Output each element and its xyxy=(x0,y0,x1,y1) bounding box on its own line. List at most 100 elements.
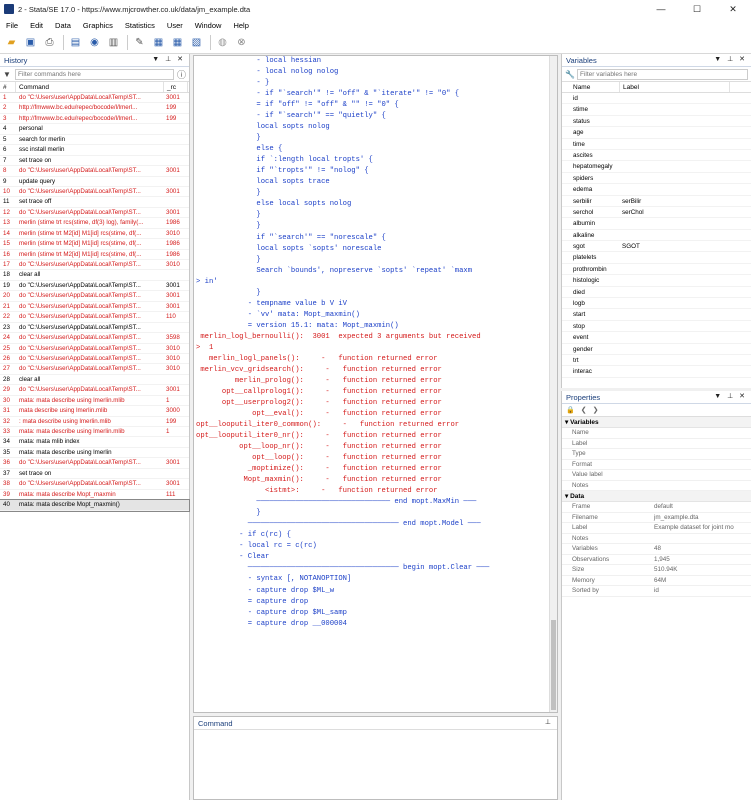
properties-pin-icon[interactable]: ▼ ⊥ ✕ xyxy=(714,392,747,400)
variable-row[interactable]: age xyxy=(562,127,751,139)
property-row[interactable]: Size 510.94K xyxy=(562,565,751,576)
property-row[interactable]: Notes xyxy=(562,534,751,544)
variables-manager-icon[interactable]: ▧ xyxy=(188,34,205,51)
save-icon[interactable]: ▣ xyxy=(22,34,39,51)
variable-row[interactable]: hepatomegaly xyxy=(562,161,751,173)
variable-row[interactable]: ascites xyxy=(562,150,751,162)
results-scrollbar[interactable] xyxy=(549,56,557,712)
variable-row[interactable]: edema xyxy=(562,184,751,196)
panel-pin-icon[interactable]: ▼ ⊥ ✕ xyxy=(152,55,185,63)
history-row[interactable]: 38 do "C:\Users\user\AppData\Local\Temp\S… xyxy=(0,479,189,490)
history-row[interactable]: 40 mata: mata describe Mopt_maxmin() xyxy=(0,499,190,512)
do-file-editor-icon[interactable]: ✎ xyxy=(131,34,148,51)
info-icon[interactable]: ⓘ xyxy=(177,68,186,81)
menu-graphics[interactable]: Graphics xyxy=(77,21,119,30)
history-row[interactable]: 27 do "C:\Users\user\AppData\Local\Temp\S… xyxy=(0,364,189,375)
graph-icon[interactable]: ▥ xyxy=(105,34,122,51)
history-row[interactable]: 36 do "C:\Users\user\AppData\Local\Temp\S… xyxy=(0,458,189,469)
variable-row[interactable]: histologic xyxy=(562,275,751,287)
variable-row[interactable]: start xyxy=(562,309,751,321)
variable-row[interactable]: id xyxy=(562,93,751,105)
history-row[interactable]: 12 do "C:\Users\user\AppData\Local\Temp\S… xyxy=(0,208,189,219)
viewer-icon[interactable]: ◉ xyxy=(86,34,103,51)
property-row[interactable]: Format xyxy=(562,460,751,470)
history-row[interactable]: 26 do "C:\Users\user\AppData\Local\Temp\S… xyxy=(0,354,189,365)
property-row[interactable]: Notes xyxy=(562,481,751,491)
history-row[interactable]: 10 do "C:\Users\user\AppData\Local\Temp\S… xyxy=(0,187,189,198)
history-row[interactable]: 9 update query xyxy=(0,177,189,187)
property-row[interactable]: Name xyxy=(562,428,751,439)
properties-section-header[interactable]: ▾ Variables xyxy=(562,417,751,428)
break-icon[interactable]: ⊗ xyxy=(233,34,250,51)
history-col-command[interactable]: Command xyxy=(16,82,164,92)
history-row[interactable]: 16 merlin (stime trt M2[id] M1[id] rcs(st… xyxy=(0,250,189,260)
history-row[interactable]: 3 http://fmwww.bc.edu/repec/bocode/l/lmer… xyxy=(0,114,189,125)
variable-row[interactable]: albumin xyxy=(562,218,751,230)
variable-row[interactable]: trt xyxy=(562,355,751,367)
results-scroll-thumb[interactable] xyxy=(551,620,556,710)
history-row[interactable]: 32: mata describe using lmerlin.mlib 199 xyxy=(0,417,189,427)
history-row[interactable]: 25 do "C:\Users\user\AppData\Local\Temp\S… xyxy=(0,344,189,354)
variable-row[interactable]: died xyxy=(562,287,751,299)
history-row[interactable]: 31 mata describe using lmerlin.mlib 3000 xyxy=(0,406,189,417)
command-pin-icon[interactable]: ⊥ xyxy=(545,718,553,726)
property-row[interactable]: Label xyxy=(562,439,751,449)
history-row[interactable]: 7 set trace on xyxy=(0,156,189,167)
minimize-button[interactable]: — xyxy=(643,0,679,18)
history-row[interactable]: 14 merlin (stime trt M2[id] M1[id] rcs(st… xyxy=(0,229,189,240)
history-row[interactable]: 11 set trace off xyxy=(0,197,189,208)
forward-icon[interactable]: ❯ xyxy=(593,406,599,414)
variable-row[interactable]: serbilir serBilir xyxy=(562,196,751,207)
log-icon[interactable]: ▤ xyxy=(67,34,84,51)
property-row[interactable]: Sorted by id xyxy=(562,586,751,597)
variable-row[interactable]: event xyxy=(562,332,751,344)
variable-row[interactable]: status xyxy=(562,116,751,128)
history-row[interactable]: 8 do "C:\Users\user\AppData\Local\Temp\ST… xyxy=(0,166,189,177)
variable-row[interactable]: interac xyxy=(562,366,751,378)
menu-help[interactable]: Help xyxy=(227,21,254,30)
variables-filter-input[interactable] xyxy=(577,68,748,80)
history-row[interactable]: 28 clear all xyxy=(0,375,189,386)
maximize-button[interactable]: ☐ xyxy=(679,0,715,18)
variable-row[interactable]: time xyxy=(562,139,751,150)
more-icon[interactable]: ◍ xyxy=(214,34,231,51)
property-row[interactable]: Variables 48 xyxy=(562,544,751,555)
history-row[interactable]: 34 mata: mata mlib index xyxy=(0,437,189,448)
variables-col-name[interactable]: Name xyxy=(562,82,620,92)
history-row[interactable]: 20 do "C:\Users\user\AppData\Local\Temp\S… xyxy=(0,291,189,302)
lock-icon[interactable]: 🔒 xyxy=(566,406,575,414)
history-row[interactable]: 21 do "C:\Users\user\AppData\Local\Temp\S… xyxy=(0,302,189,313)
property-row[interactable]: Filename jm_example.dta xyxy=(562,513,751,523)
variables-col-label[interactable]: Label xyxy=(620,82,730,92)
data-editor-icon[interactable]: ▦ xyxy=(150,34,167,51)
property-row[interactable]: Frame default xyxy=(562,502,751,513)
variable-row[interactable]: stime xyxy=(562,104,751,116)
history-row[interactable]: 23 do "C:\Users\user\AppData\Local\Temp\S… xyxy=(0,323,189,334)
history-row[interactable]: 30 mata: mata describe using lmerlin.mlib… xyxy=(0,396,189,407)
history-row[interactable]: 6 ssc install merlin xyxy=(0,145,189,156)
menu-window[interactable]: Window xyxy=(189,21,228,30)
menu-data[interactable]: Data xyxy=(49,21,77,30)
history-row[interactable]: 22 do "C:\Users\user\AppData\Local\Temp\S… xyxy=(0,312,189,323)
property-row[interactable]: Memory 64M xyxy=(562,576,751,586)
variable-row[interactable]: gender xyxy=(562,344,751,355)
variable-row[interactable]: stop xyxy=(562,321,751,333)
variable-row[interactable]: spiders xyxy=(562,173,751,185)
history-col-num[interactable]: # xyxy=(0,82,16,92)
history-row[interactable]: 33 mata: mata describe using lmerlin.mlib… xyxy=(0,427,189,438)
menu-user[interactable]: User xyxy=(161,21,189,30)
open-folder-icon[interactable]: ▰ xyxy=(3,34,20,51)
menu-edit[interactable]: Edit xyxy=(24,21,49,30)
history-row[interactable]: 5 search for merlin xyxy=(0,135,189,146)
close-button[interactable]: ✕ xyxy=(715,0,751,18)
menu-file[interactable]: File xyxy=(0,21,24,30)
history-row[interactable]: 1 do "C:\Users\user\AppData\Local\Temp\ST… xyxy=(0,93,189,104)
history-row[interactable]: 19 do "C:\Users\user\AppData\Local\Temp\S… xyxy=(0,281,189,292)
property-row[interactable]: Observations 1,945 xyxy=(562,555,751,565)
menu-statistics[interactable]: Statistics xyxy=(119,21,161,30)
variable-row[interactable]: alkaline xyxy=(562,230,751,242)
history-row[interactable]: 37 set trace on xyxy=(0,469,189,480)
variables-pin-icon[interactable]: ▼ ⊥ ✕ xyxy=(714,55,747,63)
command-window[interactable]: Command ⊥ xyxy=(193,716,558,800)
variable-row[interactable]: sgot SGOT xyxy=(562,241,751,253)
